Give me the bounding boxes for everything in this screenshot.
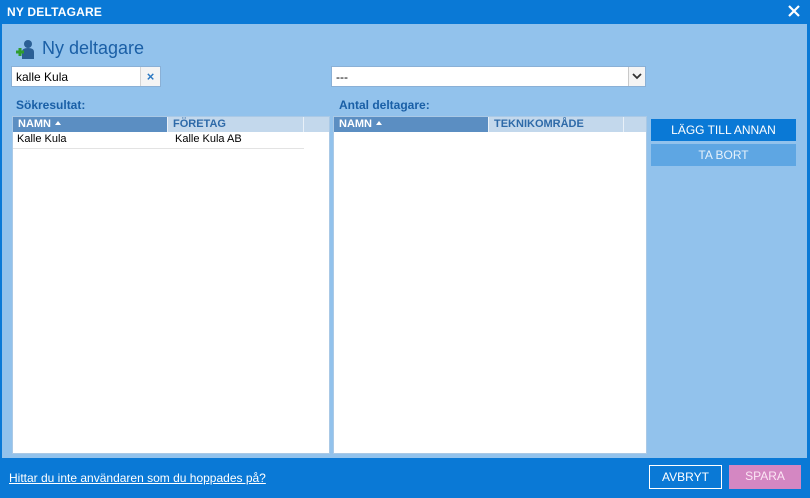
sort-ascending-icon: [376, 121, 382, 126]
cancel-button[interactable]: AVBRYT: [649, 465, 722, 489]
search-results-grid: NAMN FÖRETAG Kalle Kula Kalle Kula AB: [12, 116, 330, 454]
grid-header: NAMN FÖRETAG: [13, 117, 329, 132]
close-icon[interactable]: [786, 3, 802, 19]
column-header-name[interactable]: NAMN: [334, 117, 489, 132]
cell-company: Kalle Kula AB: [175, 133, 242, 145]
sort-ascending-icon: [55, 121, 61, 126]
clear-search-button[interactable]: ×: [140, 67, 160, 86]
add-other-button[interactable]: LÄGG TILL ANNAN: [651, 119, 796, 141]
window-title: NY DELTAGARE: [7, 5, 103, 19]
dialog-body: Ny deltagare × --- Sökresultat: Antal de…: [2, 24, 807, 458]
column-header-name[interactable]: NAMN: [13, 117, 168, 132]
add-user-icon: [16, 40, 34, 59]
dropdown-arrow[interactable]: [628, 67, 645, 86]
titlebar: NY DELTAGARE: [0, 0, 810, 24]
search-results-label: Sökresultat:: [16, 98, 86, 112]
grid-header: NAMN TEKNIKOMRÅDE: [334, 117, 646, 132]
column-header-technical-area[interactable]: TEKNIKOMRÅDE: [489, 117, 624, 132]
user-not-found-link[interactable]: Hittar du inte användaren som du hoppade…: [9, 471, 266, 485]
page-title: Ny deltagare: [42, 38, 145, 58]
search-input[interactable]: [12, 67, 148, 86]
participants-label: Antal deltagare:: [339, 98, 430, 112]
chevron-down-icon: [632, 73, 642, 80]
column-header-company[interactable]: FÖRETAG: [168, 117, 304, 132]
cell-name: Kalle Kula: [17, 133, 67, 145]
table-row[interactable]: Kalle Kula Kalle Kula AB: [13, 132, 304, 149]
search-field[interactable]: ×: [11, 66, 161, 87]
save-button[interactable]: SPARA: [729, 465, 801, 489]
dialog-window: NY DELTAGARE Ny deltagare × ---: [0, 0, 810, 498]
remove-button[interactable]: TA BORT: [651, 144, 796, 166]
category-dropdown[interactable]: ---: [331, 66, 646, 87]
dropdown-selected-value: ---: [336, 70, 348, 84]
participants-grid: NAMN TEKNIKOMRÅDE: [333, 116, 647, 454]
